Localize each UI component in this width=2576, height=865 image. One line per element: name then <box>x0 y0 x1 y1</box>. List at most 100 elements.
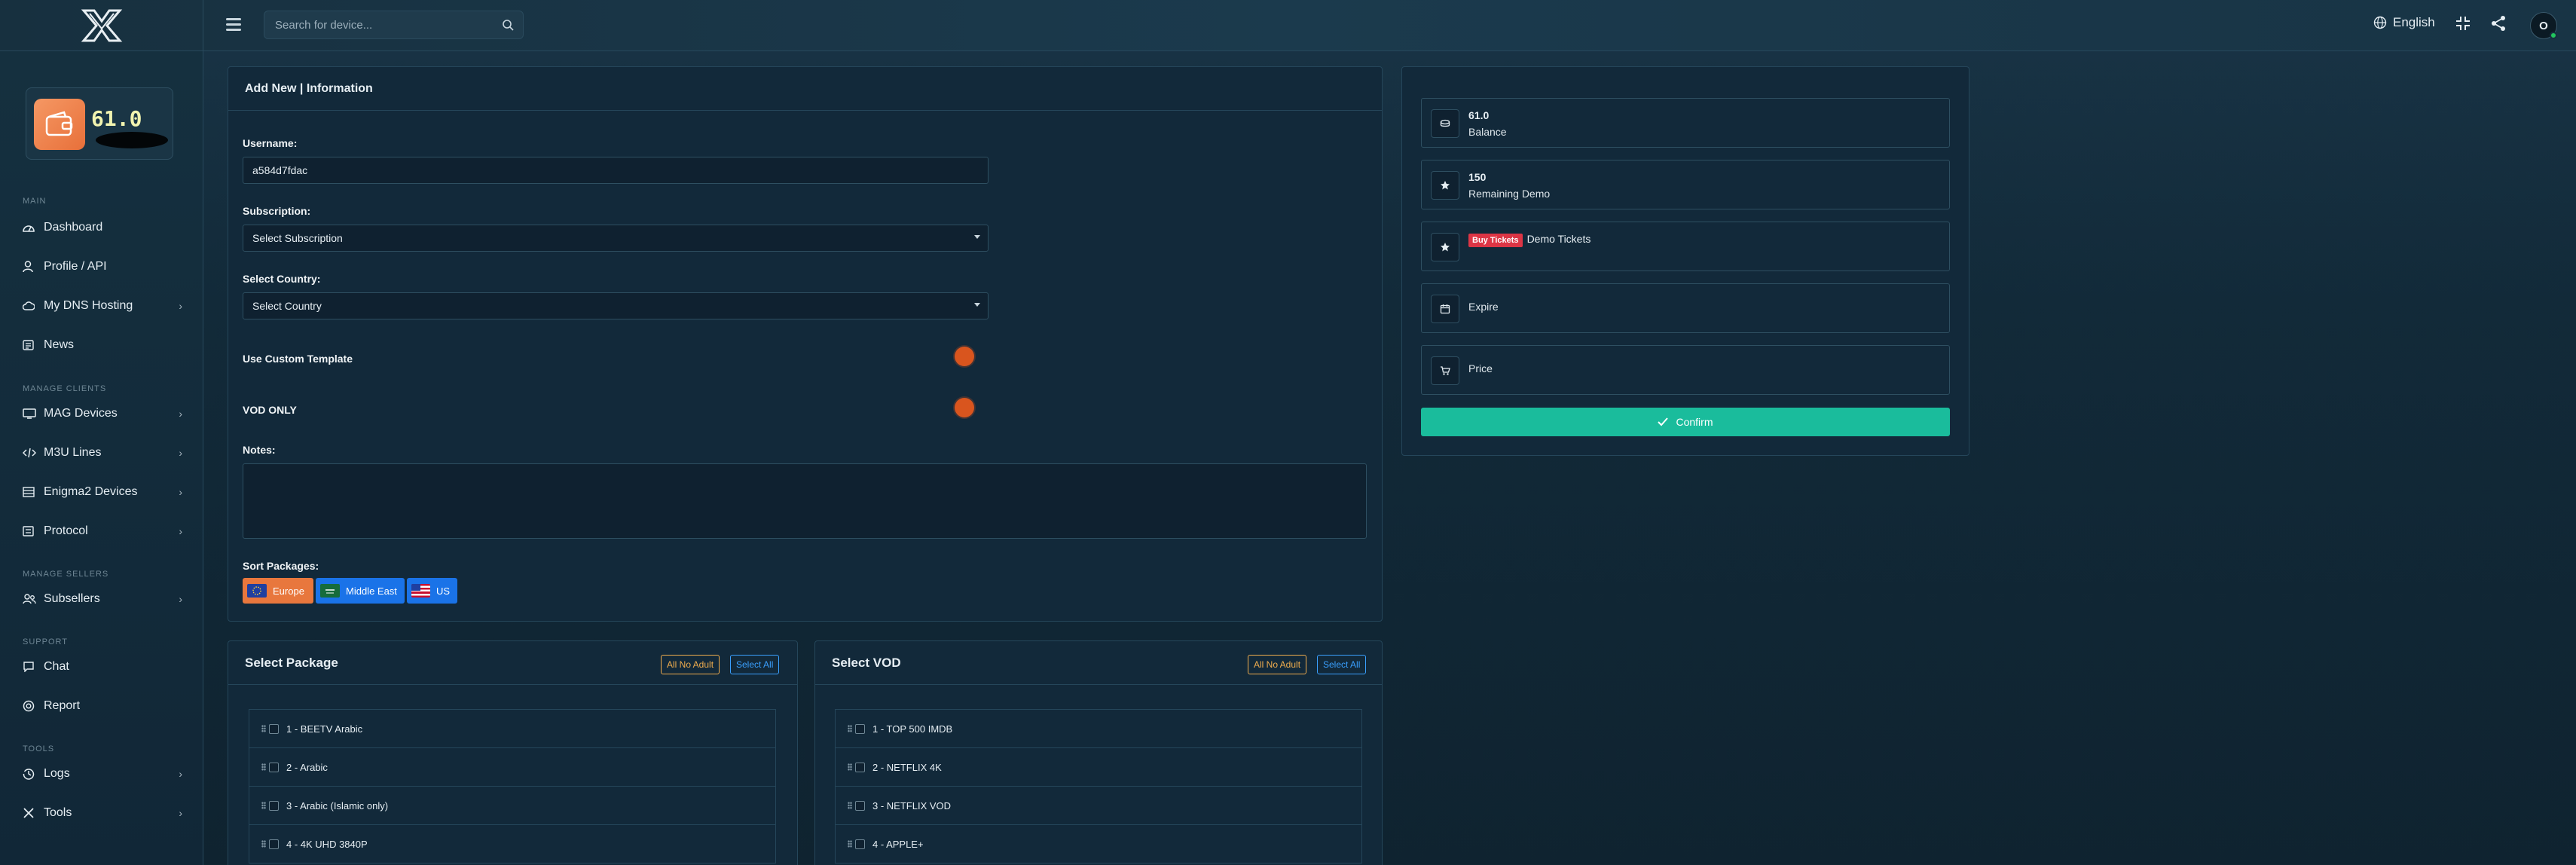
chevron-right-icon: › <box>179 525 182 537</box>
sort-us-label: US <box>435 585 450 597</box>
notes-textarea[interactable] <box>243 463 1367 539</box>
vod-select-all-button[interactable]: Select All <box>1317 655 1367 674</box>
sort-us-button[interactable]: US <box>407 578 457 604</box>
package-checkbox[interactable] <box>269 762 279 772</box>
vod-checkbox[interactable] <box>855 800 865 811</box>
drag-handle-icon[interactable] <box>848 763 852 771</box>
drag-handle-icon[interactable] <box>261 802 266 809</box>
sidebar-item-label: Logs <box>44 767 70 780</box>
sidebar-item-dashboard[interactable]: Dashboard <box>23 217 182 238</box>
sidebar-item-m3u[interactable]: M3U Lines › <box>23 442 182 463</box>
balance-box: 61.0 Balance <box>1421 98 1950 148</box>
drag-handle-icon[interactable] <box>261 840 266 848</box>
vod-checkbox[interactable] <box>855 839 865 849</box>
caret-down-icon <box>974 303 980 307</box>
package-checkbox[interactable] <box>269 800 279 811</box>
chevron-right-icon: › <box>179 807 182 819</box>
custom-template-toggle[interactable] <box>955 347 974 366</box>
list-item[interactable]: 1 - TOP 500 IMDB <box>836 710 1361 748</box>
coin-icon <box>1431 109 1459 138</box>
chevron-right-icon: › <box>179 486 182 498</box>
country-select[interactable]: Select Country <box>243 292 989 319</box>
package-label: 4 - 4K UHD 3840P <box>286 838 368 850</box>
section-tools: TOOLS <box>23 744 55 753</box>
demo-tickets-row: Buy Tickets Demo Tickets <box>1468 233 1591 247</box>
sort-middle-east-button[interactable]: Middle East <box>316 578 405 604</box>
search-input[interactable] <box>275 11 494 38</box>
sidebar-item-label: Chat <box>44 660 69 673</box>
star-icon <box>1431 233 1459 261</box>
saudi-flag-icon <box>320 584 340 598</box>
sidebar-item-label: Report <box>44 699 81 712</box>
subscription-select[interactable]: Select Subscription <box>243 225 989 252</box>
vod-only-label: VOD ONLY <box>243 404 297 416</box>
vod-checkbox[interactable] <box>855 723 865 734</box>
sidebar-item-protocol[interactable]: Protocol › <box>23 521 182 542</box>
sidebar-item-chat[interactable]: Chat <box>23 656 182 677</box>
chat-icon <box>23 662 34 672</box>
custom-template-label: Use Custom Template <box>243 353 353 365</box>
vod-all-no-adult-button[interactable]: All No Adult <box>1248 655 1307 674</box>
fullscreen-icon[interactable] <box>2455 15 2471 32</box>
list-item[interactable]: 2 - Arabic <box>249 748 775 787</box>
language-selector[interactable]: English <box>2373 15 2435 30</box>
section-main: MAIN <box>23 197 47 206</box>
user-avatar[interactable]: O <box>2530 12 2557 39</box>
sidebar-item-report[interactable]: Report <box>23 695 182 717</box>
monitor-icon <box>23 408 36 419</box>
drag-handle-icon[interactable] <box>261 725 266 732</box>
buy-tickets-button[interactable]: Buy Tickets <box>1468 234 1523 247</box>
list-item[interactable]: 2 - NETFLIX 4K <box>836 748 1361 787</box>
vod-list: 1 - TOP 500 IMDB 2 - NETFLIX 4K 3 - NETF… <box>835 709 1362 863</box>
star-icon <box>1431 171 1459 200</box>
sidebar-item-label: Subsellers <box>44 592 100 605</box>
drag-handle-icon[interactable] <box>848 802 852 809</box>
eu-flag-icon <box>247 584 267 598</box>
sidebar-item-label: Protocol <box>44 524 88 537</box>
list-item[interactable]: 3 - Arabic (Islamic only) <box>249 787 775 825</box>
package-all-no-adult-button[interactable]: All No Adult <box>661 655 720 674</box>
sidebar-item-tools[interactable]: Tools › <box>23 802 182 824</box>
drag-handle-icon[interactable] <box>261 763 266 771</box>
sidebar-item-label: My DNS Hosting <box>44 299 133 312</box>
document-icon <box>23 526 34 536</box>
online-status-dot <box>2550 32 2557 39</box>
profile-card[interactable]: 61.0 <box>26 87 173 160</box>
drag-handle-icon[interactable] <box>848 840 852 848</box>
share-icon[interactable] <box>2490 15 2507 32</box>
vod-checkbox[interactable] <box>855 762 865 772</box>
sidebar-item-dns[interactable]: My DNS Hosting › <box>23 295 182 316</box>
vod-only-toggle[interactable] <box>955 398 974 417</box>
sort-europe-button[interactable]: Europe <box>243 578 313 604</box>
drag-handle-icon[interactable] <box>848 725 852 732</box>
package-checkbox[interactable] <box>269 839 279 849</box>
sidebar-item-label: Enigma2 Devices <box>44 485 138 498</box>
search-icon[interactable] <box>502 19 514 31</box>
sidebar-item-news[interactable]: News <box>23 335 182 356</box>
list-item[interactable]: 4 - APPLE+ <box>836 825 1361 863</box>
chevron-right-icon: › <box>179 447 182 459</box>
username-input[interactable]: a584d7fdac <box>243 157 989 184</box>
package-label: 2 - Arabic <box>286 761 328 773</box>
chevron-right-icon: › <box>179 593 182 605</box>
history-icon <box>23 769 35 780</box>
sort-packages-label: Sort Packages: <box>243 560 319 572</box>
sidebar-item-profile[interactable]: Profile / API <box>23 256 182 277</box>
list-item[interactable]: 1 - BEETV Arabic <box>249 710 775 748</box>
remaining-demo-label: Remaining Demo <box>1468 188 1551 200</box>
sidebar-item-mag[interactable]: MAG Devices › <box>23 403 182 424</box>
sidebar-item-enigma[interactable]: Enigma2 Devices › <box>23 481 182 503</box>
brand-logo[interactable] <box>0 0 203 51</box>
confirm-label: Confirm <box>1676 416 1713 428</box>
list-item[interactable]: 4 - 4K UHD 3840P <box>249 825 775 863</box>
price-box: Price <box>1421 345 1950 395</box>
package-checkbox[interactable] <box>269 723 279 734</box>
confirm-button[interactable]: Confirm <box>1421 408 1950 436</box>
news-icon <box>23 340 34 350</box>
list-item[interactable]: 3 - NETFLIX VOD <box>836 787 1361 825</box>
sidebar-item-logs[interactable]: Logs › <box>23 763 182 784</box>
menu-toggle-icon[interactable] <box>226 18 241 32</box>
sidebar-item-subsellers[interactable]: Subsellers › <box>23 588 182 610</box>
country-label: Select Country: <box>243 273 321 285</box>
package-select-all-button[interactable]: Select All <box>730 655 780 674</box>
